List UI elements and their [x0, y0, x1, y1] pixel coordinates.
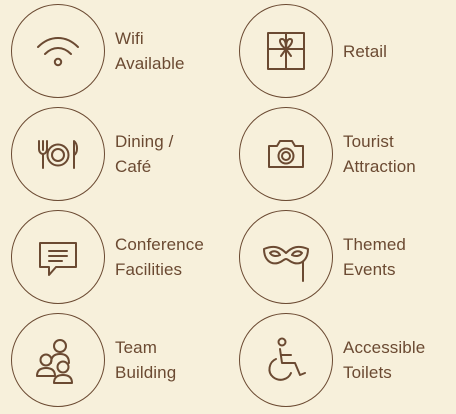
amenity-label-line2: Attraction — [343, 157, 416, 176]
amenity-label-line2: Toilets — [343, 363, 392, 382]
amenity-label-line2: Café — [115, 157, 152, 176]
amenity-retail: Retail — [228, 0, 456, 100]
amenity-icon-circle — [239, 107, 333, 201]
amenity-label: Themed Events — [343, 206, 406, 308]
amenity-label: Wifi Available — [115, 0, 185, 102]
amenity-label: Team Building — [115, 309, 176, 411]
amenity-wifi: Wifi Available — [0, 0, 228, 100]
amenity-label: Conference Facilities — [115, 206, 204, 308]
amenity-conference: Conference Facilities — [0, 206, 228, 306]
amenity-icon-circle — [239, 313, 333, 407]
amenity-label: Tourist Attraction — [343, 103, 416, 205]
amenity-label-line1: Dining / — [115, 132, 174, 151]
amenity-icon-circle — [11, 107, 105, 201]
amenity-icon-circle — [239, 4, 333, 98]
amenity-label-line2: Events — [343, 260, 396, 279]
wheelchair-icon — [268, 337, 306, 381]
amenity-label-line1: Accessible — [343, 338, 426, 357]
team-icon — [36, 339, 73, 384]
amenity-label: Retail — [343, 0, 387, 102]
amenity-icon-circle — [239, 210, 333, 304]
amenity-label-line1: Team — [115, 338, 157, 357]
amenity-icon-circle — [11, 313, 105, 407]
amenity-team-building: Team Building — [0, 309, 228, 409]
mask-icon — [263, 245, 309, 282]
wifi-icon — [37, 37, 79, 67]
amenity-label: Accessible Toilets — [343, 309, 425, 411]
amenity-label-line1: Conference — [115, 235, 204, 254]
chat-bubble-icon — [39, 242, 77, 276]
amenity-icon-circle — [11, 4, 105, 98]
camera-icon — [268, 140, 304, 168]
amenity-label-line1: Themed — [343, 235, 406, 254]
dining-icon — [38, 140, 78, 169]
amenity-label-line1: Tourist — [343, 132, 394, 151]
amenity-label-line1: Retail — [343, 41, 388, 61]
amenity-label-line1: Wifi — [115, 29, 144, 48]
amenity-label-line2: Available — [115, 54, 185, 73]
amenity-themed-events: Themed Events — [228, 206, 456, 306]
amenity-dining: Dining / Café — [0, 103, 228, 203]
gift-box-icon — [267, 32, 305, 70]
amenity-tourist-attraction: Tourist Attraction — [228, 103, 456, 203]
amenity-accessible-toilets: Accessible Toilets — [228, 309, 456, 409]
amenities-grid: Wifi Available Retail Dining / Café Tour… — [0, 0, 456, 414]
amenity-label-line2: Facilities — [115, 260, 183, 279]
amenity-label-line2: Building — [115, 363, 177, 382]
amenity-label: Dining / Café — [115, 103, 173, 205]
amenity-icon-circle — [11, 210, 105, 304]
